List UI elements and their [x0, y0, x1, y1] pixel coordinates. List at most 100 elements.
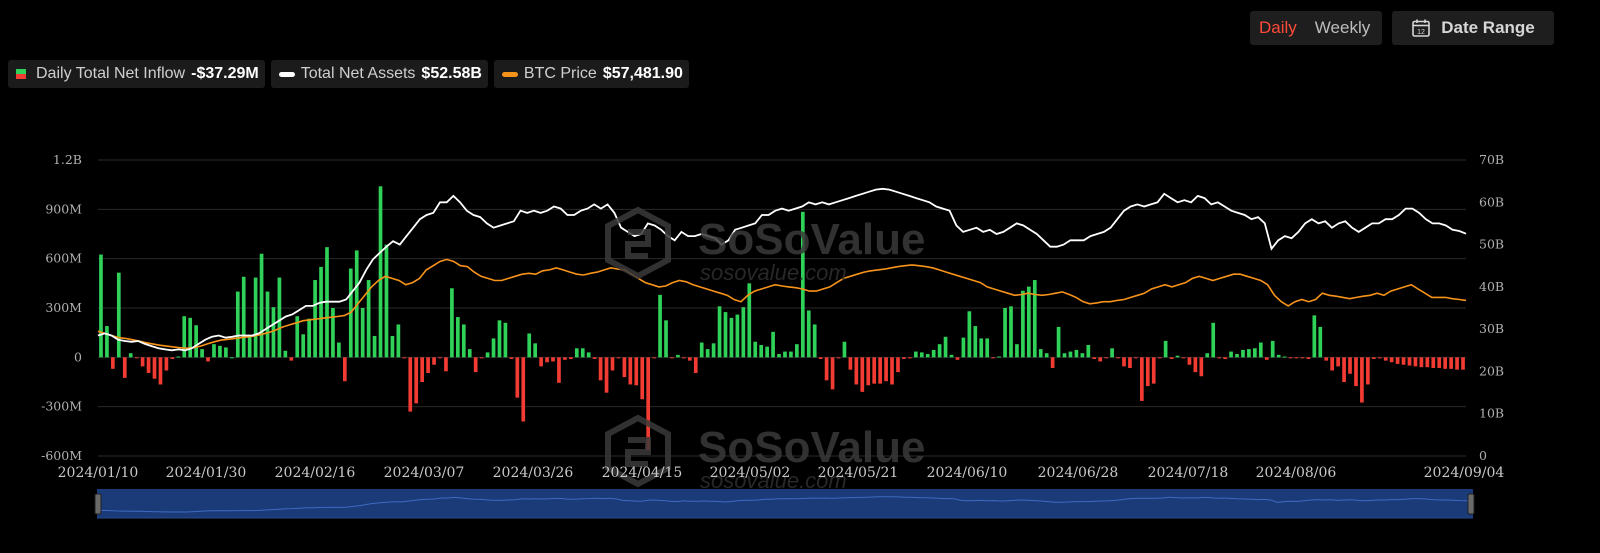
inflow-bar — [426, 357, 430, 373]
inflow-bar — [1128, 357, 1132, 369]
inflow-bar — [586, 352, 591, 358]
inflow-bar — [1401, 357, 1406, 365]
inflow-bar — [658, 294, 662, 358]
inflow-bar — [545, 357, 549, 363]
inflow-bar — [1306, 357, 1311, 359]
inflow-bar — [408, 357, 413, 412]
x-axis-tick: 2024/09/04 — [1424, 465, 1505, 481]
inflow-bar — [1419, 357, 1424, 368]
inflow-bar — [890, 357, 894, 385]
left-axis-tick: 300M — [45, 300, 82, 315]
navigator-right-handle — [1467, 493, 1475, 515]
inflow-bar — [384, 244, 389, 358]
right-axis-tick: 20B — [1479, 363, 1504, 378]
inflow-bar — [1163, 340, 1168, 358]
inflow-bar — [806, 310, 811, 358]
inflow-bar — [1026, 286, 1031, 358]
inflow-bar — [985, 338, 990, 358]
inflow-bar — [1139, 357, 1144, 401]
sosovalue-watermark: SoSoValuesosovalue.com — [605, 206, 925, 285]
inflow-bar — [105, 326, 109, 358]
inflow-bar — [569, 357, 573, 359]
inflow-bar — [1264, 357, 1269, 360]
watermark-brand: SoSoValue — [698, 215, 925, 264]
inflow-bar — [789, 351, 793, 358]
left-axis-tick: 1.2B — [53, 152, 82, 167]
inflow-bar — [307, 318, 311, 358]
x-axis-tick: 2024/07/18 — [1148, 465, 1229, 481]
inflow-bar — [455, 317, 460, 358]
inflow-bar — [1276, 354, 1281, 358]
inflow-bar — [973, 326, 978, 358]
inflow-bar — [128, 353, 133, 358]
inflow-bar — [283, 350, 288, 358]
right-axis-tick: 30B — [1479, 321, 1504, 336]
left-axis: 1.2B 900M 600M 300M 0 -300M -600M — [41, 152, 82, 463]
inflow-bar — [1098, 357, 1103, 362]
inflow-bar — [717, 306, 722, 358]
inflow-bar — [1330, 357, 1335, 371]
inflow-bar — [836, 357, 841, 359]
inflow-bar — [1324, 357, 1329, 361]
inflow-bar — [1425, 357, 1430, 368]
inflow-bar — [491, 338, 496, 358]
inflow-bar — [664, 320, 668, 358]
inflow-bar — [206, 357, 210, 362]
inflow-bar — [1157, 357, 1162, 359]
inflow-bar — [1217, 357, 1222, 359]
inflow-bar — [1318, 326, 1323, 358]
inflow-bar — [1336, 357, 1340, 367]
inflow-bar — [438, 357, 442, 359]
inflow-bar — [1366, 357, 1370, 385]
inflow-bar — [99, 254, 103, 358]
inflow-bar — [1068, 351, 1073, 358]
inflow-bar — [402, 357, 407, 359]
inflow-bar — [1145, 357, 1150, 387]
inflow-bar — [1187, 357, 1192, 365]
inflow-bar — [1062, 353, 1067, 358]
range-navigator[interactable] — [94, 489, 1475, 519]
inflow-bar — [497, 320, 502, 358]
inflow-bar — [134, 357, 139, 359]
inflow-bar — [557, 357, 561, 383]
inflow-bar — [610, 357, 615, 371]
inflow-bar — [170, 357, 175, 359]
inflow-bar — [687, 357, 692, 361]
inflow-bar — [1056, 326, 1061, 358]
inflow-bar — [1169, 357, 1174, 359]
inflow-bar — [360, 308, 365, 358]
inflow-bar — [235, 291, 240, 358]
inflow-bar — [1003, 308, 1007, 358]
inflow-bar — [1288, 357, 1293, 359]
right-axis: 70B 60B 50B 40B 30B 20B 10B 0 — [1479, 152, 1504, 463]
inflow-bar — [1253, 348, 1257, 358]
inflow-bar — [1258, 342, 1263, 358]
inflow-bar — [140, 357, 145, 367]
inflow-bar — [188, 317, 193, 358]
inflow-bar — [420, 357, 425, 382]
inflow-bar — [396, 324, 401, 358]
inflow-bar — [1247, 349, 1251, 358]
right-axis-tick: 50B — [1479, 237, 1504, 252]
inflow-bar — [592, 357, 597, 359]
inflow-bar — [509, 357, 514, 359]
inflow-bar — [670, 357, 674, 359]
inflow-bar — [753, 341, 758, 358]
inflow-bar — [444, 357, 448, 372]
x-axis: 2024/01/10 2024/01/30 2024/02/16 2024/03/07… — [58, 465, 1505, 481]
inflow-bar — [390, 335, 395, 358]
inflow-bar — [896, 357, 900, 373]
inflow-bar — [1134, 357, 1138, 359]
inflow-bar — [229, 357, 234, 359]
inflow-bar — [378, 186, 383, 358]
left-axis-tick: -600M — [41, 448, 82, 463]
inflow-bar — [158, 357, 163, 385]
inflow-bar — [461, 324, 466, 358]
inflow-bar — [1443, 357, 1448, 369]
inflow-bar — [854, 357, 859, 385]
etf-flow-chart[interactable]: 1.2B 900M 600M 300M 0 -300M -600M 70B 60B 50B 40B… — [0, 0, 1600, 553]
inflow-bar — [224, 347, 228, 358]
inflow-bar — [479, 357, 484, 359]
left-axis-tick: 600M — [45, 251, 82, 266]
x-axis-tick: 2024/06/28 — [1038, 465, 1119, 481]
